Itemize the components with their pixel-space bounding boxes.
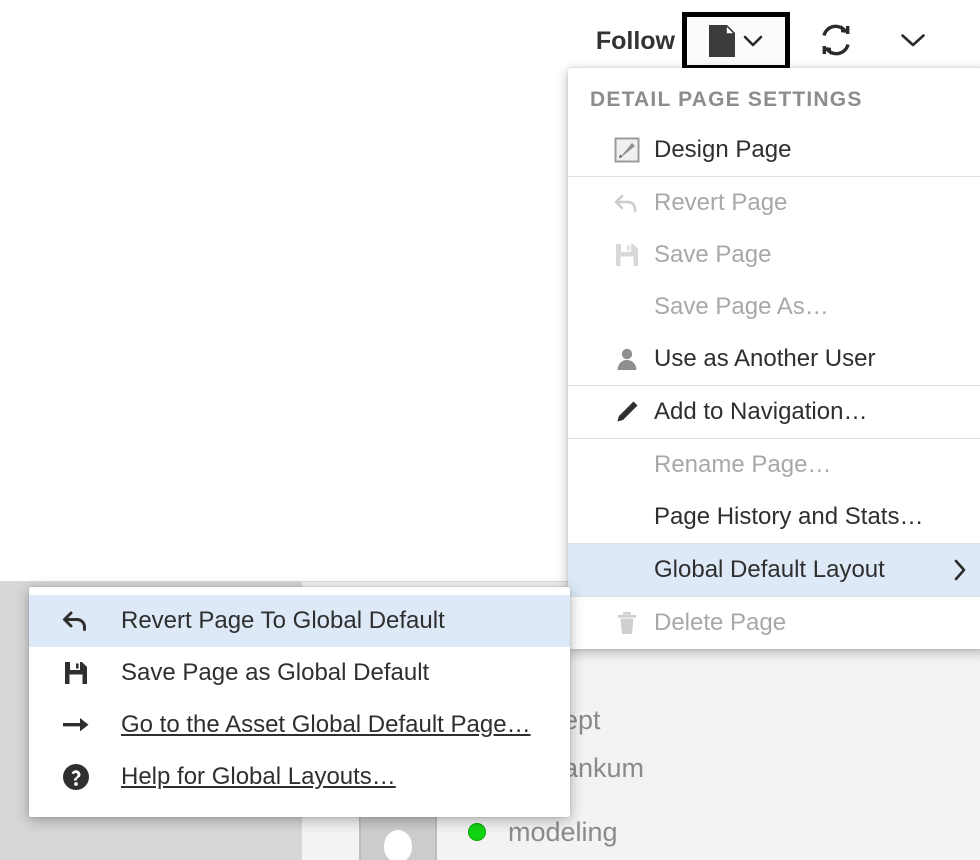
menu-item-global-default-layout[interactable]: Global Default Layout [568,544,980,596]
app-root: ept ankum modeling Follow DETAIL PAGE SE… [0,0,980,860]
menu-item-label: Global Default Layout [654,556,885,583]
avatar [359,814,437,860]
background-text-fragment-3: modeling [508,817,618,847]
detail-page-settings-menu: DETAIL PAGE SETTINGS Design Page Revert … [568,68,980,649]
menu-header: DETAIL PAGE SETTINGS [590,88,863,111]
global-default-layout-submenu: Revert Page To Global Default Save Page … [29,587,570,817]
toolbar: Follow [0,0,980,70]
document-icon [709,25,735,57]
page-settings-button[interactable] [682,12,790,70]
menu-item-label: Save Page [654,241,772,268]
menu-item-page-history-and-stats[interactable]: Page History and Stats… [568,491,980,543]
avatar-head-shape [384,830,412,860]
background-text-fragment-2: ankum [563,753,645,783]
refresh-icon [817,21,855,59]
submenu-item-label: Revert Page To Global Default [121,607,445,634]
submenu-item-revert-page-to-global-default[interactable]: Revert Page To Global Default [29,595,570,647]
chevron-right-icon [952,558,968,582]
menu-item-label: Page History and Stats… [654,503,924,530]
user-icon [612,344,642,374]
arrow-right-icon [59,710,93,740]
menu-item-label: Use as Another User [654,345,876,372]
trash-icon [612,608,642,638]
revert-arrow-icon [59,606,93,636]
menu-item-label: Design Page [654,136,792,163]
menu-item-delete-page: Delete Page [568,597,980,649]
design-page-icon [612,135,642,165]
menu-item-save-page-as: Save Page As… [568,281,980,333]
submenu-top-padding [29,587,570,595]
menu-item-label: Add to Navigation… [654,398,868,425]
chevron-down-icon [900,33,926,48]
floppy-disk-icon [612,240,642,270]
menu-item-revert-page: Revert Page [568,177,980,229]
submenu-item-go-to-asset-global-default-page[interactable]: Go to the Asset Global Default Page… [29,699,570,751]
chevron-down-icon [743,35,763,47]
submenu-item-label: Save Page as Global Default [121,659,430,686]
refresh-button[interactable] [812,18,860,62]
revert-arrow-icon [612,188,642,218]
follow-label[interactable]: Follow [596,27,675,56]
menu-item-add-to-navigation[interactable]: Add to Navigation… [568,386,980,438]
menu-item-save-page: Save Page [568,229,980,281]
floppy-disk-icon [59,658,93,688]
menu-item-design-page[interactable]: Design Page [568,124,980,176]
help-circle-icon [59,762,93,792]
menu-item-label: Rename Page… [654,451,832,478]
toolbar-overflow-button[interactable] [890,22,936,58]
pencil-icon [612,397,642,427]
submenu-item-label: Go to the Asset Global Default Page… [121,711,531,738]
submenu-bottom-padding [29,803,570,817]
menu-item-label: Revert Page [654,189,788,216]
menu-item-label: Delete Page [654,609,787,636]
menu-item-rename-page: Rename Page… [568,439,980,491]
status-badge [468,823,486,841]
submenu-item-label: Help for Global Layouts… [121,763,396,790]
menu-item-label: Save Page As… [654,293,829,320]
submenu-item-save-page-as-global-default[interactable]: Save Page as Global Default [29,647,570,699]
submenu-item-help-for-global-layouts[interactable]: Help for Global Layouts… [29,751,570,803]
menu-item-use-as-another-user[interactable]: Use as Another User [568,333,980,385]
